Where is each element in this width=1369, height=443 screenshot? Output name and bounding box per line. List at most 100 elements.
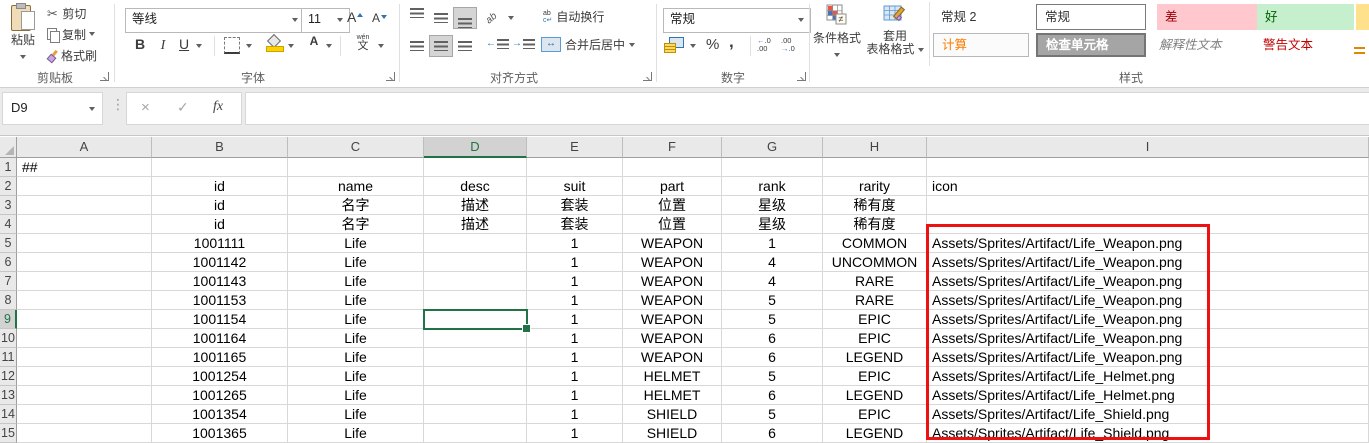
cell-D13[interactable] xyxy=(424,386,527,405)
cell-E3[interactable]: 套装 xyxy=(527,196,623,215)
number-dialog-launcher-icon[interactable] xyxy=(797,72,806,81)
cell-D6[interactable] xyxy=(424,253,527,272)
column-header-G[interactable]: G xyxy=(722,137,823,158)
cell-E9[interactable]: 1 xyxy=(527,310,623,329)
name-box-dropdown-icon[interactable] xyxy=(89,107,95,111)
font-dialog-launcher-icon[interactable] xyxy=(386,72,395,81)
column-header-I[interactable]: I xyxy=(927,137,1369,158)
cell-G13[interactable]: 6 xyxy=(722,386,823,405)
cell-C5[interactable]: Life xyxy=(288,234,424,253)
number-format-combo[interactable]: 常规 xyxy=(663,8,811,33)
cell-F12[interactable]: HELMET xyxy=(623,367,722,386)
cell-F4[interactable]: 位置 xyxy=(623,215,722,234)
row-header-5[interactable]: 5 xyxy=(0,234,17,253)
increase-decimal-button[interactable]: ←.0 .00 xyxy=(757,37,771,53)
cancel-icon[interactable]: × xyxy=(141,99,150,116)
cell-D4[interactable]: 描述 xyxy=(424,215,527,234)
paste-dropdown-icon[interactable] xyxy=(20,55,26,59)
cell-H13[interactable]: LEGEND xyxy=(823,386,927,405)
row-header-10[interactable]: 10 xyxy=(0,329,17,348)
cell-C3[interactable]: 名字 xyxy=(288,196,424,215)
cell-C2[interactable]: name xyxy=(288,177,424,196)
cell-C14[interactable]: Life xyxy=(288,405,424,424)
row-header-15[interactable]: 15 xyxy=(0,424,17,443)
cell-A2[interactable] xyxy=(17,177,152,196)
percent-style-button[interactable]: % xyxy=(706,36,719,53)
cell-B11[interactable]: 1001165 xyxy=(152,348,288,367)
cell-I10[interactable]: Assets/Sprites/Artifact/Life_Weapon.png xyxy=(927,329,1369,348)
cell-F15[interactable]: SHIELD xyxy=(623,424,722,443)
font-name-combo[interactable]: 等线 xyxy=(125,8,305,33)
column-header-A[interactable]: A xyxy=(17,137,152,158)
row-header-6[interactable]: 6 xyxy=(0,253,17,272)
cell-H9[interactable]: EPIC xyxy=(823,310,927,329)
cell-D14[interactable] xyxy=(424,405,527,424)
cell-C13[interactable]: Life xyxy=(288,386,424,405)
paste-button[interactable]: 粘贴 xyxy=(4,4,42,66)
cell-A14[interactable] xyxy=(17,405,152,424)
orientation-button[interactable]: ab xyxy=(486,8,497,26)
cell-G14[interactable]: 5 xyxy=(722,405,823,424)
cell-G11[interactable]: 6 xyxy=(722,348,823,367)
format-painter-button[interactable]: 格式刷 xyxy=(47,47,97,63)
row-header-4[interactable]: 4 xyxy=(0,215,17,234)
cell-F13[interactable]: HELMET xyxy=(623,386,722,405)
cell-D3[interactable]: 描述 xyxy=(424,196,527,215)
cell-A11[interactable] xyxy=(17,348,152,367)
cell-A7[interactable] xyxy=(17,272,152,291)
fill-color-button[interactable] xyxy=(266,36,282,57)
cell-G6[interactable]: 4 xyxy=(722,253,823,272)
font-name-dropdown-icon[interactable] xyxy=(292,18,298,22)
cell-E14[interactable]: 1 xyxy=(527,405,623,424)
alignment-dialog-launcher-icon[interactable] xyxy=(643,72,652,81)
merge-center-dropdown-icon[interactable] xyxy=(629,43,635,47)
cell-C11[interactable]: Life xyxy=(288,348,424,367)
name-box[interactable]: D9 xyxy=(2,92,103,125)
align-middle-button[interactable] xyxy=(430,8,452,28)
underline-dropdown-icon[interactable] xyxy=(196,44,202,48)
cell-H5[interactable]: COMMON xyxy=(823,234,927,253)
fill-color-dropdown-icon[interactable] xyxy=(288,44,294,48)
cell-B14[interactable]: 1001354 xyxy=(152,405,288,424)
cell-E6[interactable]: 1 xyxy=(527,253,623,272)
cell-F5[interactable]: WEAPON xyxy=(623,234,722,253)
cell-H12[interactable]: EPIC xyxy=(823,367,927,386)
cell-E4[interactable]: 套装 xyxy=(527,215,623,234)
cell-H2[interactable]: rarity xyxy=(823,177,927,196)
cell-D8[interactable] xyxy=(424,291,527,310)
bold-button[interactable]: B xyxy=(131,36,149,52)
cell-I13[interactable]: Assets/Sprites/Artifact/Life_Helmet.png xyxy=(927,386,1369,405)
cell-A8[interactable] xyxy=(17,291,152,310)
decrease-font-size-button[interactable]: A xyxy=(372,11,387,25)
cell-C8[interactable]: Life xyxy=(288,291,424,310)
accounting-format-button[interactable] xyxy=(664,37,684,53)
cell-G3[interactable]: 星级 xyxy=(722,196,823,215)
cell-H8[interactable]: RARE xyxy=(823,291,927,310)
cell-style-good[interactable]: 好 xyxy=(1257,4,1354,30)
cell-E12[interactable]: 1 xyxy=(527,367,623,386)
cell-A10[interactable] xyxy=(17,329,152,348)
cell-F11[interactable]: WEAPON xyxy=(623,348,722,367)
wrap-text-button[interactable]: ab c↵ 自动换行 xyxy=(543,8,604,25)
cell-C6[interactable]: Life xyxy=(288,253,424,272)
cell-E7[interactable]: 1 xyxy=(527,272,623,291)
row-header-3[interactable]: 3 xyxy=(0,196,17,215)
align-right-button[interactable] xyxy=(454,36,476,56)
cell-H14[interactable]: EPIC xyxy=(823,405,927,424)
cell-G4[interactable]: 星级 xyxy=(722,215,823,234)
cell-B12[interactable]: 1001254 xyxy=(152,367,288,386)
cell-H11[interactable]: LEGEND xyxy=(823,348,927,367)
cell-A9[interactable] xyxy=(17,310,152,329)
cell-style-calculation[interactable]: 计算 xyxy=(933,33,1029,57)
cell-H7[interactable]: RARE xyxy=(823,272,927,291)
row-header-2[interactable]: 2 xyxy=(0,177,17,196)
cell-B6[interactable]: 1001142 xyxy=(152,253,288,272)
cell-I4[interactable] xyxy=(927,215,1369,234)
cell-G8[interactable]: 5 xyxy=(722,291,823,310)
cell-D10[interactable] xyxy=(424,329,527,348)
row-header-11[interactable]: 11 xyxy=(0,348,17,367)
format-as-table-dropdown-icon[interactable] xyxy=(918,48,924,52)
row-header-12[interactable]: 12 xyxy=(0,367,17,386)
accounting-dropdown-icon[interactable] xyxy=(690,44,696,48)
cell-B7[interactable]: 1001143 xyxy=(152,272,288,291)
